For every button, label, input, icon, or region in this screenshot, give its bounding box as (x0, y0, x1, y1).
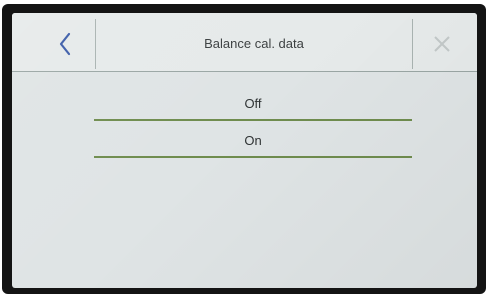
option-off[interactable]: Off (94, 91, 412, 121)
page-title: Balance cal. data (204, 36, 304, 51)
chevron-left-icon (59, 32, 71, 56)
back-button[interactable] (20, 19, 96, 69)
option-on-underline (94, 156, 412, 158)
device-frame: Balance cal. data Off On (2, 4, 486, 294)
close-icon (434, 36, 450, 52)
option-on-label: On (244, 133, 262, 148)
touch-screen: Balance cal. data Off On (12, 13, 477, 288)
close-button[interactable] (412, 19, 470, 69)
option-off-label: Off (244, 96, 262, 111)
option-off-underline (94, 119, 412, 121)
option-on[interactable]: On (94, 128, 412, 158)
photo-background: Balance cal. data Off On (0, 0, 491, 300)
header-bar: Balance cal. data (12, 13, 477, 72)
